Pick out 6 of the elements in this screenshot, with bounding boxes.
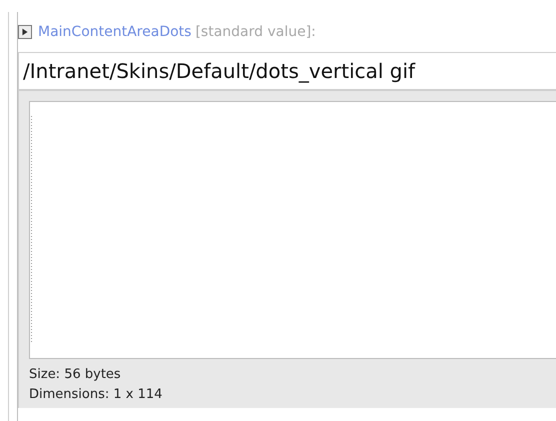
dimensions-text: Dimensions: 1 x 114 [29,386,164,404]
field-label: MainContentAreaDots [38,24,192,40]
size-text: Size: 56 bytes [29,366,122,384]
expand-icon[interactable] [18,25,32,39]
standard-value-note: [standard value]: [195,24,316,40]
path-field[interactable]: /Intranet/Skins/Default/dots_vertical gif [18,52,556,90]
